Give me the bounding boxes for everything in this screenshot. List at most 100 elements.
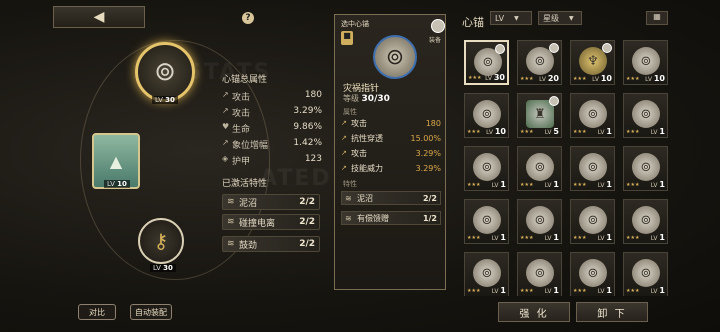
star-filter-dropdown[interactable]: 星级 ▼	[538, 11, 582, 25]
star-rating-icon: ★★★	[520, 288, 534, 294]
grid-view-icon[interactable]: ▦	[646, 11, 668, 25]
item-level: LV 1	[597, 286, 612, 295]
equip-slot-main[interactable]: ⊚	[135, 42, 195, 102]
star-rating-icon: ★★★	[467, 235, 481, 241]
trait-icon: ≋	[345, 213, 352, 223]
compass-icon: ⊚	[632, 259, 660, 287]
item-level: LV 1	[544, 286, 559, 295]
key-icon: ⚷	[153, 229, 169, 253]
anchor-level: 等级 30/30	[343, 94, 390, 104]
traits-section-label: 特性	[343, 180, 357, 188]
trait-item[interactable]: ≋ 碰撞电离 2/2	[222, 214, 320, 230]
detail-attr-row: ↗ 攻击 3.29%	[341, 148, 441, 158]
item-level: LV 1	[597, 233, 612, 242]
star-rating-icon: ★★★	[573, 288, 587, 294]
star-rating-icon: ★★★	[626, 76, 640, 82]
compare-button[interactable]: 对比	[78, 304, 116, 320]
star-rating-icon: ★★★	[467, 182, 481, 188]
help-icon[interactable]: ?	[242, 12, 254, 24]
inventory-item[interactable]: ⊚ ★★★ LV 1	[623, 199, 668, 244]
detail-trait-row[interactable]: ≋ 泥沼 2/2	[341, 191, 441, 205]
inventory-item[interactable]: ⊚ ★★★ LV 1	[623, 146, 668, 191]
inventory-item[interactable]: ♆ ★★★ LV 10	[570, 40, 615, 85]
item-level: LV 20	[539, 74, 559, 83]
star-rating-icon: ★★★	[573, 182, 587, 188]
item-level: LV 1	[650, 233, 665, 242]
star-rating-icon: ★★★	[467, 129, 481, 135]
inventory-item[interactable]: ⊚ ★★★ LV 10	[464, 93, 509, 138]
inventory-item[interactable]: ⊚ ★★★ LV 1	[464, 146, 509, 191]
equip-slot-key[interactable]: ⚷	[138, 218, 184, 264]
inventory-item[interactable]: ♜ ★★★ LV 5	[517, 93, 562, 138]
inventory-item[interactable]: ⊚ ★★★ LV 1	[517, 146, 562, 191]
star-rating-icon: ★★★	[520, 129, 534, 135]
item-level: LV 1	[544, 233, 559, 242]
compass-icon: ⊚	[579, 100, 607, 128]
equip-slot-card-level: LV 10	[104, 180, 130, 188]
star-rating-icon: ★★★	[573, 235, 587, 241]
level-filter-dropdown[interactable]: LV ▼	[490, 11, 532, 25]
inventory-item[interactable]: ⊚ ★★★ LV 1	[570, 146, 615, 191]
item-level: LV 10	[592, 74, 612, 83]
compass-icon: ⊚	[154, 57, 176, 87]
background-watermark-2: ATED	[260, 166, 332, 191]
penetration-icon: ↗	[341, 134, 347, 142]
item-level: LV 1	[597, 127, 612, 136]
attack-icon: ↗	[222, 106, 229, 115]
inventory-item[interactable]: ⊚ ★★★ LV 20	[517, 40, 562, 85]
trait-item[interactable]: ≋ 泥沼 2/2	[222, 194, 320, 210]
star-rating-icon: ★★★	[626, 182, 640, 188]
compass-icon: ⊚	[373, 35, 417, 79]
star-rating-icon: ★★★	[520, 76, 534, 82]
back-button[interactable]: ◀	[53, 6, 145, 28]
equip-slot-key-level: LV 30	[150, 264, 176, 272]
active-traits-title: 已激活特性	[222, 179, 268, 189]
star-rating-icon: ★★★	[467, 288, 481, 294]
star-rating-icon: ★★★	[520, 235, 534, 241]
enhance-button[interactable]: 强 化	[498, 302, 570, 322]
stat-row: ↗ 攻击 180	[222, 90, 322, 103]
inventory-grid: ⊚ ★★★ LV 30 ⊚ ★★★ LV 20 ♆ ★★★ LV 10 ⊚ ★★★ LV 10 ⊚ ★★★…	[464, 40, 676, 296]
compass-icon: ⊚	[632, 153, 660, 181]
owner-avatar	[602, 43, 612, 53]
inventory-item[interactable]: ⊚ ★★★ LV 1	[517, 199, 562, 244]
inventory-item[interactable]: ⊚ ★★★ LV 1	[623, 252, 668, 296]
detail-attr-row: ↗ 抗性穿透 15.00%	[341, 133, 441, 143]
lock-icon[interactable]: ■	[341, 31, 353, 45]
detail-attr-row: ↗ 攻击 180	[341, 118, 441, 128]
compass-icon: ⊚	[632, 47, 660, 75]
item-level: LV 30	[485, 73, 505, 82]
detail-trait-row[interactable]: ≋ 有偿馈赠 1/2	[341, 211, 441, 225]
compass-icon: ⊚	[526, 153, 554, 181]
owner-avatar	[549, 96, 559, 106]
equip-slot-main-level: LV 30	[152, 96, 178, 104]
inventory-item[interactable]: ⊚ ★★★ LV 1	[464, 252, 509, 296]
compass-icon: ⊚	[473, 259, 501, 287]
inventory-item[interactable]: ⊚ ★★★ LV 1	[464, 199, 509, 244]
compass-icon: ⊚	[473, 153, 501, 181]
detail-title: 选中心锚	[341, 20, 369, 28]
inventory-item[interactable]: ⊚ ★★★ LV 1	[570, 252, 615, 296]
compass-icon: ⊚	[579, 206, 607, 234]
unequip-button[interactable]: 卸 下	[576, 302, 648, 322]
inventory-item[interactable]: ⊚ ★★★ LV 1	[517, 252, 562, 296]
inventory-item[interactable]: ⊚ ★★★ LV 1	[570, 199, 615, 244]
inventory-title: 心锚	[462, 16, 484, 29]
trait-item[interactable]: ≋ 鼓劲 2/2	[222, 236, 320, 252]
compass-icon: ⊚	[526, 259, 554, 287]
inventory-item[interactable]: ⊚ ★★★ LV 1	[623, 93, 668, 138]
star-rating-icon: ★★★	[626, 129, 640, 135]
inventory-item[interactable]: ⊚ ★★★ LV 30	[464, 40, 509, 85]
inventory-item[interactable]: ⊚ ★★★ LV 10	[623, 40, 668, 85]
inventory-item[interactable]: ⊚ ★★★ LV 1	[570, 93, 615, 138]
auto-equip-button[interactable]: 自动装配	[130, 304, 172, 320]
compass-icon: ⊚	[632, 206, 660, 234]
attack-icon: ↗	[222, 90, 229, 99]
trait-icon: ≋	[227, 217, 235, 227]
compass-icon: ⊚	[579, 259, 607, 287]
item-level: LV 1	[491, 286, 506, 295]
stat-row: ↗ 攻击 3.29%	[222, 106, 322, 119]
item-level: LV 1	[491, 233, 506, 242]
amplify-icon: ↗	[222, 138, 229, 147]
trait-icon: ≋	[227, 197, 235, 207]
